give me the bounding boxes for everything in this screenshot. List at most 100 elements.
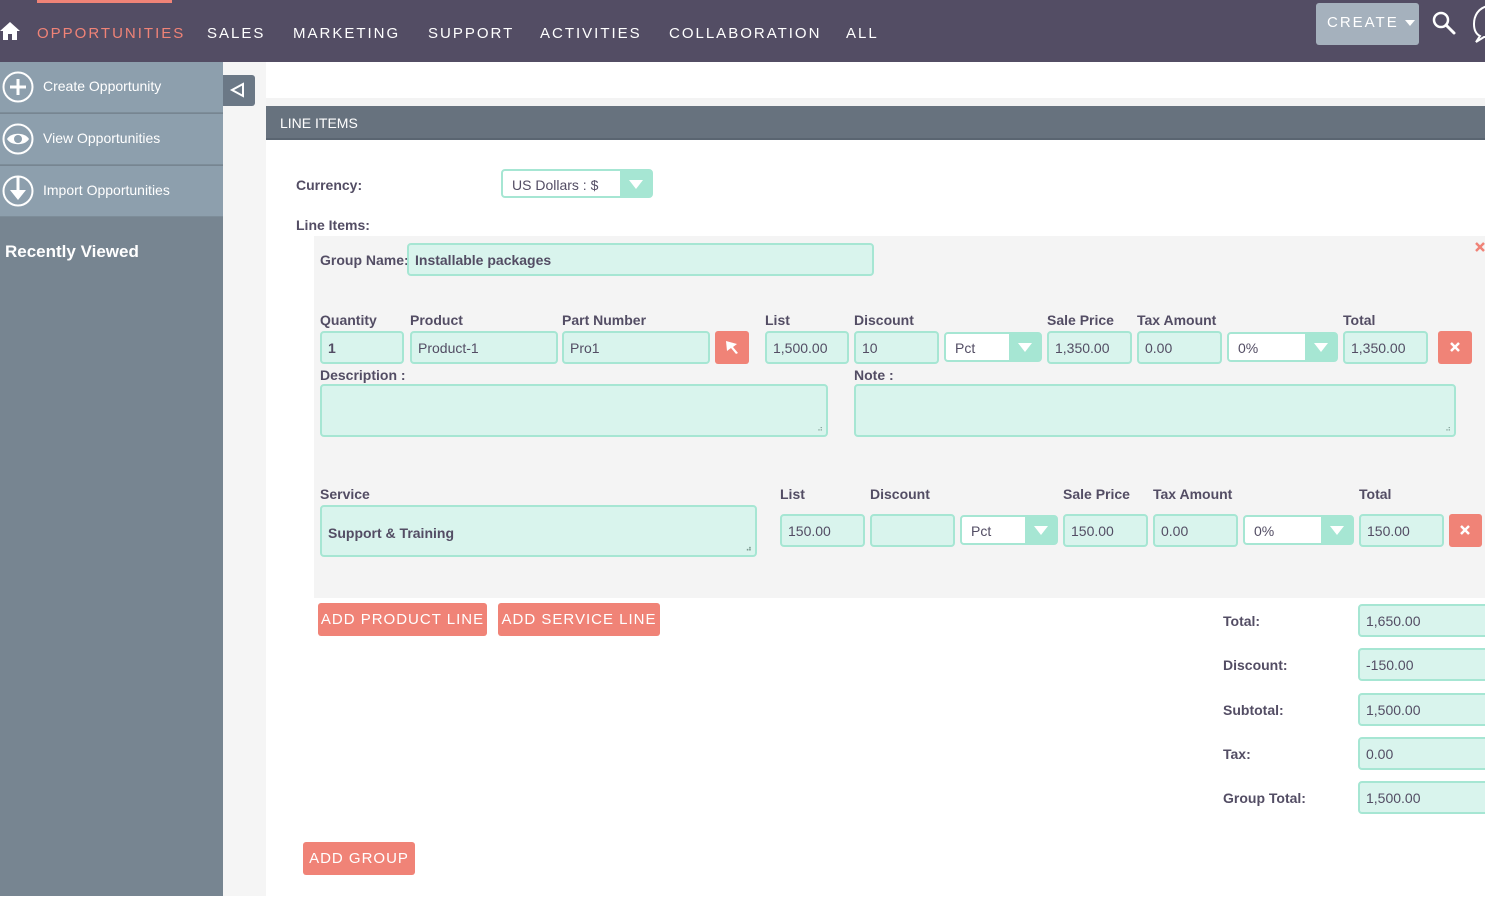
quantity-input[interactable]: 1 (320, 331, 404, 364)
service-discount-input[interactable] (870, 514, 955, 547)
header-discount: Discount (854, 312, 914, 328)
eye-icon (2, 123, 34, 155)
currency-value: US Dollars : $ (512, 177, 599, 193)
chevron-down-icon (1321, 517, 1352, 543)
sidebar-action-label: Import Opportunities (43, 182, 170, 198)
line-items-section-header[interactable]: LINE ITEMS (266, 106, 1485, 140)
header-total: Total (1343, 312, 1376, 328)
nav-tab-all[interactable]: ALL (846, 25, 879, 42)
sidebar-action-import-opportunities[interactable]: Import Opportunities (0, 166, 223, 217)
header-service-tax-amount: Tax Amount (1153, 486, 1233, 502)
chevron-down-icon (1009, 334, 1040, 360)
discount-input[interactable]: 10 (854, 331, 939, 364)
create-button-label: CREATE (1327, 14, 1399, 31)
collapse-sidebar-button[interactable] (223, 75, 255, 106)
header-sale-price: Sale Price (1047, 312, 1114, 328)
currency-label: Currency: (296, 177, 363, 193)
tax-rate-value: 0% (1238, 340, 1259, 356)
nav-tab-marketing[interactable]: MARKETING (293, 25, 400, 42)
sidebar-action-view-opportunities[interactable]: View Opportunities (0, 114, 223, 165)
search-icon[interactable] (1431, 10, 1457, 36)
resize-handle-icon[interactable]: ⠴ (1445, 424, 1451, 433)
section-title: LINE ITEMS (280, 115, 358, 131)
service-discount-type-select[interactable]: Pct (960, 515, 1058, 545)
chevron-down-icon (1305, 334, 1336, 360)
header-service-total: Total (1359, 486, 1392, 502)
nav-tab-opportunities[interactable]: OPPORTUNITIES (37, 25, 185, 42)
discount-type-value: Pct (955, 340, 976, 356)
totals-group-total-label: Group Total: (1223, 790, 1306, 806)
resize-handle-icon[interactable]: ⠴ (817, 424, 823, 433)
content-gutter (223, 62, 266, 896)
group-name-label: Group Name: (320, 252, 409, 268)
nav-tab-sales[interactable]: SALES (207, 25, 265, 42)
nav-tab-activities[interactable]: ACTIVITIES (540, 25, 642, 42)
header-list: List (765, 312, 790, 328)
sidebar-action-label: View Opportunities (43, 130, 161, 146)
line-items-label: Line Items: (296, 217, 370, 233)
tax-rate-select[interactable]: 0% (1227, 332, 1338, 362)
product-input[interactable]: Product-1 (410, 331, 558, 364)
header-service-discount: Discount (870, 486, 930, 502)
tax-amount-input[interactable]: 0.00 (1137, 331, 1222, 364)
chevron-down-icon (1025, 517, 1056, 543)
add-product-line-button[interactable]: ADD PRODUCT LINE (318, 603, 487, 636)
cursor-arrow-icon (726, 341, 738, 354)
sidebar: Create Opportunity View Opportunities Im… (0, 62, 223, 896)
create-button[interactable]: CREATE (1316, 3, 1419, 45)
totals-subtotal-value[interactable]: 1,500.00 (1358, 693, 1485, 726)
totals-discount-label: Discount: (1223, 657, 1288, 673)
remove-service-line-button[interactable] (1449, 514, 1482, 547)
header-quantity: Quantity (320, 312, 377, 328)
discount-type-select[interactable]: Pct (944, 332, 1042, 362)
totals-tax-label: Tax: (1223, 746, 1251, 762)
close-icon (1450, 342, 1460, 352)
service-name-textarea[interactable]: Support & Training ⠴ (320, 505, 757, 557)
service-tax-rate-select[interactable]: 0% (1243, 515, 1354, 545)
note-label: Note : (854, 367, 894, 383)
home-icon[interactable] (0, 20, 20, 42)
add-group-button[interactable]: ADD GROUP (303, 842, 415, 875)
note-textarea[interactable]: ⠴ (854, 384, 1456, 437)
list-price-input[interactable]: 1,500.00 (765, 331, 849, 364)
currency-select[interactable]: US Dollars : $ (501, 169, 653, 198)
remove-product-line-button[interactable] (1438, 331, 1472, 364)
service-name-text: Support & Training (328, 525, 454, 541)
totals-discount-value[interactable]: -150.00 (1358, 648, 1485, 681)
line-total-input[interactable]: 1,350.00 (1343, 331, 1428, 364)
close-icon (1460, 525, 1470, 535)
chat-icon[interactable] (1470, 2, 1485, 44)
resize-handle-icon[interactable]: ⠴ (746, 544, 752, 553)
part-number-input[interactable]: Pro1 (562, 331, 710, 364)
remove-group-icon[interactable] (1475, 242, 1485, 252)
nav-tab-support[interactable]: SUPPORT (428, 25, 514, 42)
sidebar-action-label: Create Opportunity (43, 78, 162, 94)
select-product-button[interactable] (715, 331, 749, 364)
nav-tab-collaboration[interactable]: COLLABORATION (669, 25, 821, 42)
recently-viewed-heading: Recently Viewed (5, 242, 139, 261)
totals-total-label: Total: (1223, 613, 1261, 629)
plus-circle-icon (2, 71, 34, 103)
totals-total-value[interactable]: 1,650.00 (1358, 604, 1485, 637)
service-line-total-input[interactable]: 150.00 (1359, 514, 1444, 547)
service-sale-price-input[interactable]: 150.00 (1063, 514, 1148, 547)
header-service-list: List (780, 486, 805, 502)
panel-separator (266, 98, 1485, 106)
service-list-price-input[interactable]: 150.00 (780, 514, 865, 547)
service-discount-type-value: Pct (971, 523, 992, 539)
header-service-sale-price: Sale Price (1063, 486, 1130, 502)
group-name-input[interactable]: Installable packages (407, 243, 874, 276)
header-part-number: Part Number (562, 312, 647, 328)
totals-tax-value[interactable]: 0.00 (1358, 737, 1485, 770)
description-textarea[interactable]: ⠴ (320, 384, 828, 437)
description-label: Description : (320, 367, 406, 383)
totals-group-total-value[interactable]: 1,500.00 (1358, 781, 1485, 814)
service-tax-amount-input[interactable]: 0.00 (1153, 514, 1238, 547)
sidebar-action-create-opportunity[interactable]: Create Opportunity (0, 62, 223, 113)
service-tax-rate-value: 0% (1254, 523, 1275, 539)
header-product: Product (410, 312, 463, 328)
chevron-down-icon (1404, 20, 1415, 27)
add-service-line-button[interactable]: ADD SERVICE LINE (498, 603, 660, 636)
sale-price-input[interactable]: 1,350.00 (1047, 331, 1132, 364)
download-icon (2, 175, 34, 207)
